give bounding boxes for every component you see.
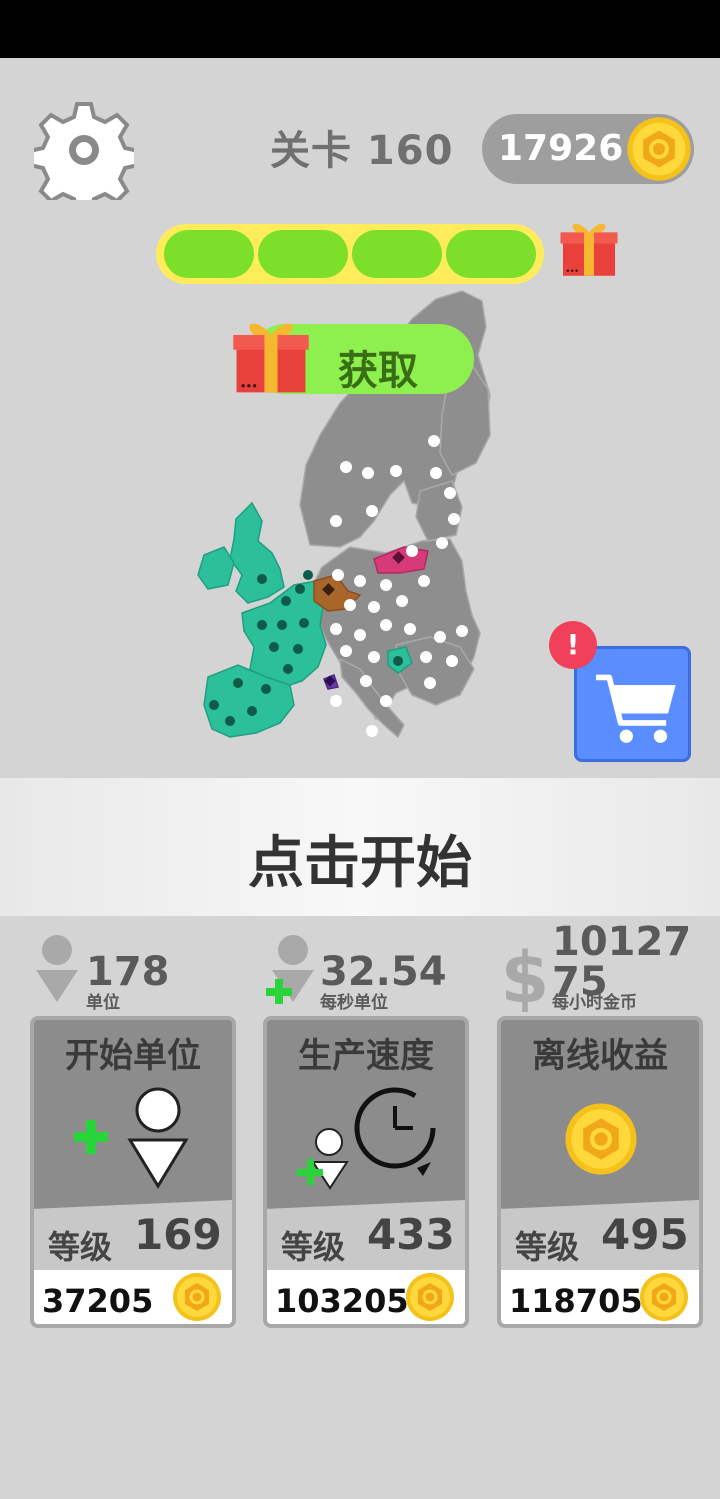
stat-units-value: 178 [86,949,170,995]
upgrade-level: 等级 169 [34,1200,232,1274]
coin-icon [406,1273,454,1321]
upgrade-card-offline-earnings[interactable]: 离线收益 等级 495 118705 [497,1016,703,1328]
add-unit-icon [74,1087,189,1189]
unit-plus-icon [266,935,314,1004]
upgrade-level-label: 等级 [48,1228,113,1266]
shop-button[interactable] [574,646,691,762]
level-progress-bar [156,224,544,284]
shopping-cart-icon [595,674,676,743]
upgrade-price[interactable]: 37205 [34,1270,232,1324]
upgrade-card-production-speed[interactable]: 生产速度 等级 433 103205 [263,1016,469,1328]
upgrade-title: 生产速度 [298,1036,434,1076]
stat-coins-per-hour-label: 每小时金币 [552,993,637,1013]
upgrade-price-value: 103205 [275,1282,409,1320]
upgrade-price[interactable]: 118705 [501,1270,699,1324]
upgrade-level: 等级 433 [267,1200,465,1274]
upgrade-price[interactable]: 103205 [267,1270,465,1324]
upgrade-title: 开始单位 [65,1036,201,1076]
level-label: 关卡 160 [270,128,454,174]
upgrade-level: 等级 495 [501,1200,699,1274]
svg-text:$: $ [501,937,550,1012]
progress-segment [164,230,254,278]
upgrade-level-value: 169 [134,1210,222,1259]
settings-gear-icon[interactable] [34,100,134,200]
claim-reward-label: 获取 [338,348,418,394]
stat-units-per-second-value: 32.54 [320,949,447,995]
upgrade-card-start-units[interactable]: 开始单位 等级 169 37205 [30,1016,236,1328]
status-bar [0,0,720,58]
progress-segment [258,230,348,278]
shop-alert-badge: ! [549,621,597,669]
upgrade-title: 离线收益 [532,1036,668,1076]
dollar-icon: $ [501,937,550,1012]
coin-balance-value: 17926 [498,128,624,169]
upgrade-level-label: 等级 [281,1228,346,1266]
coin-icon [173,1273,221,1321]
stat-units-per-second-label: 每秒单位 [320,993,388,1013]
reward-gift-icon[interactable] [558,210,620,282]
upgrade-level-label: 等级 [515,1228,580,1266]
gift-box-icon[interactable] [230,304,312,402]
stat-units-label: 单位 [86,993,120,1013]
unit-icon [36,935,78,1002]
stat-units-per-second: 32.54 每秒单位 [262,926,472,1016]
upgrade-level-value: 433 [367,1210,455,1259]
upgrade-price-value: 118705 [509,1282,643,1320]
coin-icon [627,117,691,181]
speed-clock-icon [297,1087,436,1190]
stat-coins-per-hour: $ 1012775 每小时金币 [498,922,712,1016]
tap-to-start-banner[interactable]: 点击开始 [0,778,720,916]
progress-segment [352,230,442,278]
stat-units: 178 单位 [30,926,230,1016]
progress-segment [446,230,536,278]
coin-icon [640,1273,688,1321]
coin-icon [565,1103,637,1175]
coin-balance: 17926 [482,114,694,184]
upgrade-level-value: 495 [601,1210,689,1259]
upgrade-price-value: 37205 [42,1282,154,1320]
tap-to-start-label: 点击开始 [248,831,472,896]
